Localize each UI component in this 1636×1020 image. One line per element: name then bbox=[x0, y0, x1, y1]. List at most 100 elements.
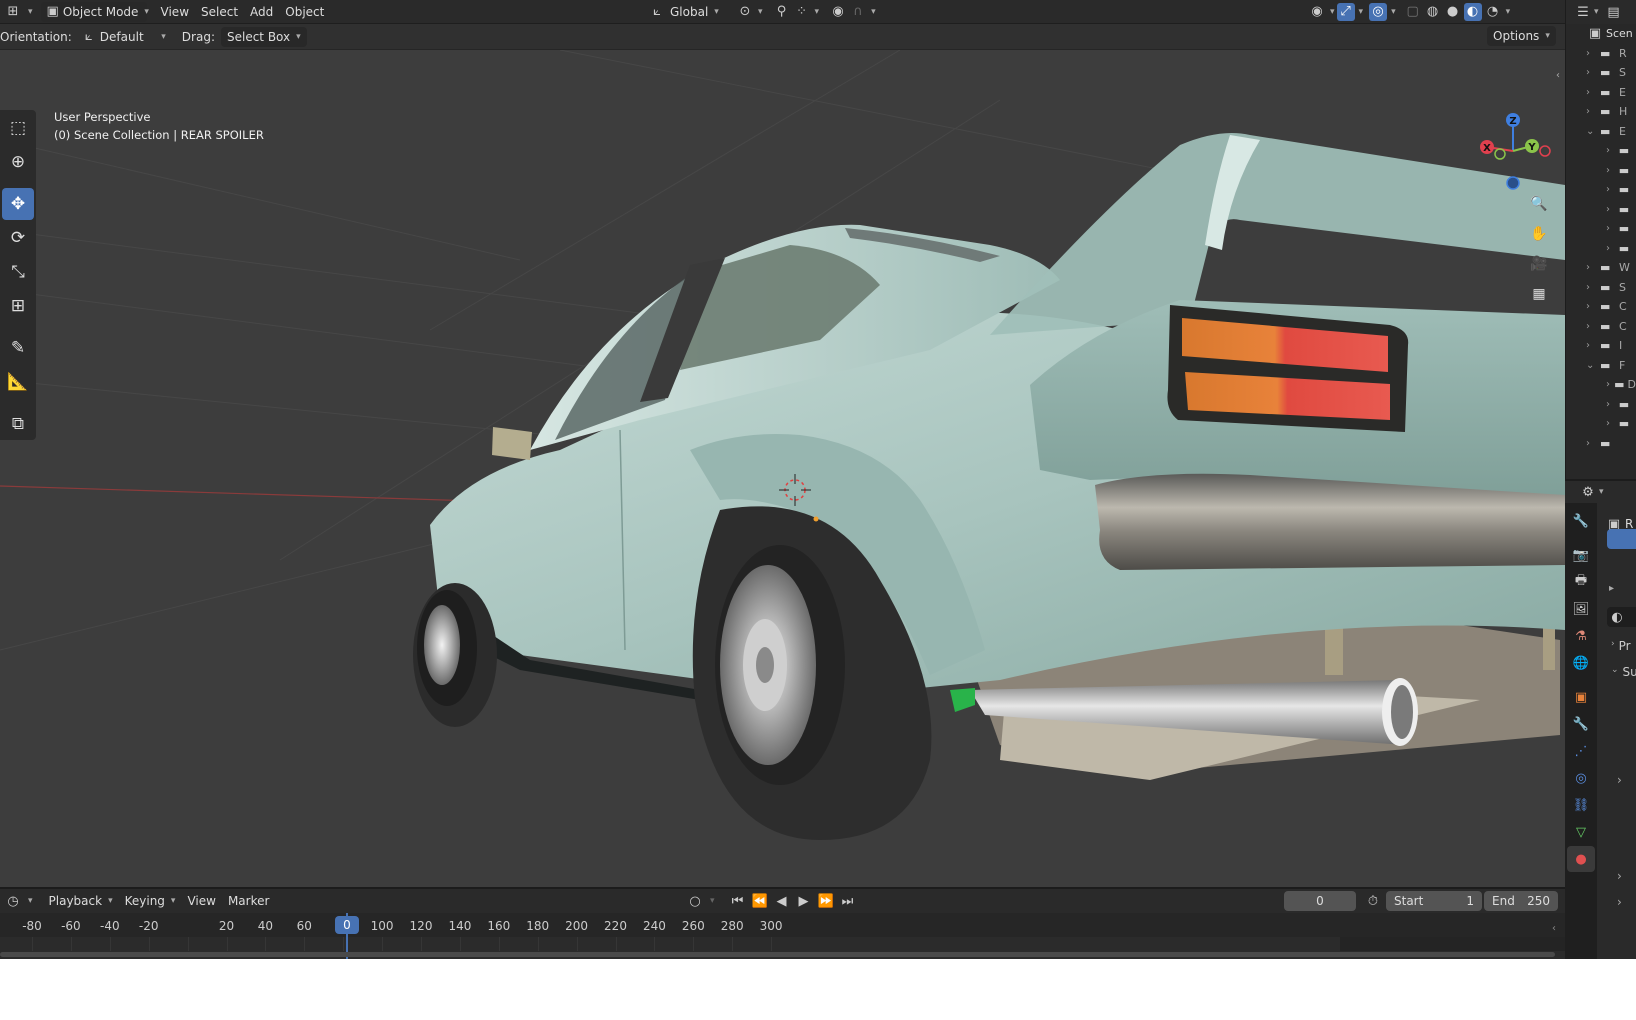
mode-dropdown[interactable]: ▣ Object Mode ▾ bbox=[40, 1, 149, 22]
next-keyframe-icon[interactable]: ⏩ bbox=[817, 892, 835, 910]
play-icon[interactable]: ▶ bbox=[795, 892, 813, 910]
chevron-right-icon[interactable]: › bbox=[1606, 145, 1617, 156]
outliner-row[interactable]: › ▬ S bbox=[1566, 63, 1636, 83]
world-icon[interactable]: 🌐 bbox=[1567, 650, 1595, 676]
move-tool[interactable]: ✥ bbox=[2, 188, 34, 220]
outliner-row[interactable]: ⌄ ▬ E bbox=[1566, 122, 1636, 142]
scale-tool[interactable]: ⤡ bbox=[2, 256, 34, 288]
outliner-row[interactable]: › ▬ bbox=[1566, 200, 1636, 220]
timeline-editor-button[interactable]: ◷ ▾ bbox=[0, 891, 37, 911]
sidebar-toggle-icon[interactable]: ‹ bbox=[1556, 70, 1560, 81]
chevron-right-icon[interactable]: › bbox=[1586, 282, 1598, 293]
navigation-gizmo[interactable]: Z X Y bbox=[1475, 106, 1565, 196]
chevron-right-icon[interactable]: › bbox=[1606, 223, 1617, 234]
chevron-right-icon[interactable]: › bbox=[1606, 184, 1617, 195]
outliner-row[interactable]: › ▬ I bbox=[1566, 336, 1636, 356]
rendered-shading-icon[interactable]: ◔ bbox=[1484, 3, 1502, 21]
chevron-right-icon[interactable]: › bbox=[1586, 301, 1598, 312]
constraints-icon[interactable]: ⛓ bbox=[1567, 792, 1595, 818]
play-reverse-icon[interactable]: ◀ bbox=[773, 892, 791, 910]
tool-icon[interactable]: 🔧 bbox=[1567, 508, 1595, 534]
outliner-row[interactable]: › ▬ bbox=[1566, 180, 1636, 200]
timeline-scrollbar[interactable] bbox=[0, 952, 1555, 957]
editor-type-button[interactable]: ⊞ ▾ bbox=[0, 2, 37, 22]
xray-icon[interactable]: ▢ bbox=[1404, 3, 1422, 21]
chevron-right-icon[interactable]: › bbox=[1586, 321, 1598, 332]
snap-icon[interactable]: ⚲ bbox=[773, 3, 791, 21]
stopwatch-icon[interactable]: ⏱ bbox=[1364, 892, 1382, 910]
chevron-left-icon[interactable]: ‹ bbox=[1552, 923, 1556, 934]
outliner-row[interactable]: › ▬ bbox=[1566, 161, 1636, 181]
render-icon[interactable]: 📷 bbox=[1567, 542, 1595, 568]
chevron-right-icon[interactable]: › bbox=[1617, 773, 1622, 787]
section-surface[interactable]: ⌄ Su bbox=[1609, 665, 1636, 679]
drag-dropdown[interactable]: Select Box ▾ bbox=[220, 26, 307, 47]
menu-add[interactable]: Add bbox=[244, 2, 279, 22]
current-frame-field[interactable]: 0 bbox=[1284, 891, 1356, 911]
object-icon[interactable]: ▣ bbox=[1567, 684, 1595, 710]
visibility-icon[interactable]: ◉ bbox=[1308, 3, 1326, 21]
menu-object[interactable]: Object bbox=[279, 2, 330, 22]
falloff-icon[interactable]: ∩ bbox=[849, 3, 867, 21]
transform-tool[interactable]: ⊞ bbox=[2, 290, 34, 322]
grid-view-icon[interactable]: ▦ bbox=[1527, 282, 1551, 306]
properties-editor-icon[interactable]: ⚙ bbox=[1579, 483, 1597, 501]
rotate-tool[interactable]: ⟳ bbox=[2, 222, 34, 254]
wireframe-shading-icon[interactable]: ◍ bbox=[1424, 3, 1442, 21]
frame-ruler[interactable]: -80-60-40-200204060801001201401601802002… bbox=[0, 913, 1565, 937]
outliner-row[interactable]: › ▬ C bbox=[1566, 297, 1636, 317]
material-preview-shading-icon[interactable]: ◐ bbox=[1463, 2, 1482, 21]
outliner-row[interactable]: › ▬ bbox=[1566, 414, 1636, 434]
chevron-right-icon[interactable]: › bbox=[1586, 87, 1598, 98]
snap-increment-icon[interactable]: ⁘ bbox=[793, 3, 811, 21]
view-layer-icon[interactable]: 🖼 bbox=[1567, 596, 1595, 622]
chevron-down-icon[interactable]: ⌄ bbox=[1586, 126, 1598, 137]
chevron-right-icon[interactable]: › bbox=[1586, 262, 1598, 273]
outliner-row[interactable]: ⌄ ▬ F bbox=[1566, 356, 1636, 376]
outliner-row[interactable]: › ▬ W bbox=[1566, 258, 1636, 278]
chevron-right-icon[interactable]: › bbox=[1617, 869, 1622, 883]
data-icon[interactable]: ▽ bbox=[1567, 819, 1595, 845]
3d-viewport[interactable]: ⬚ ⊕ ✥ ⟳ ⤡ ⊞ ✎ 📐 ⧉ User Perspective (0) S… bbox=[0, 50, 1565, 887]
particles-icon[interactable]: ⋰ bbox=[1567, 738, 1595, 764]
outliner[interactable]: ▣ Scen › ▬ R › ▬ S › ▬ E › ▬ H ⌄ ▬ E › ▬ › ▬ › ▬ › ▬ › ▬ › ▬ › ▬ W › ▬ S… bbox=[1565, 24, 1636, 479]
chevron-right-icon[interactable]: › bbox=[1586, 48, 1598, 59]
material-slot-selected[interactable] bbox=[1607, 529, 1636, 549]
transform-orientation-dropdown[interactable]: ⟀ Global ▾ bbox=[642, 2, 725, 22]
zoom-icon[interactable]: 🔍 bbox=[1527, 192, 1551, 216]
select-box-tool[interactable]: ⬚ bbox=[2, 112, 34, 144]
jump-start-icon[interactable]: ⏮ bbox=[729, 892, 747, 910]
gizmo-toggle-icon[interactable]: ⤢ bbox=[1336, 2, 1355, 21]
chevron-right-icon[interactable]: › bbox=[1586, 67, 1598, 78]
chevron-right-icon[interactable]: › bbox=[1586, 106, 1598, 117]
pan-hand-icon[interactable]: ✋ bbox=[1527, 222, 1551, 246]
outliner-row[interactable]: › ▬ bbox=[1566, 434, 1636, 454]
menu-marker[interactable]: Marker bbox=[222, 891, 275, 911]
solid-shading-icon[interactable]: ● bbox=[1444, 3, 1462, 21]
cursor-tool[interactable]: ⊕ bbox=[2, 146, 34, 178]
scene-icon[interactable]: ⚗ bbox=[1567, 623, 1595, 649]
overlays-icon[interactable]: ◎ bbox=[1369, 2, 1388, 21]
pivot-point-icon[interactable]: ⊙ bbox=[736, 3, 754, 21]
outliner-row[interactable]: › ▬ bbox=[1566, 395, 1636, 415]
outliner-row[interactable]: › ▬ H bbox=[1566, 102, 1636, 122]
chevron-right-icon[interactable]: › bbox=[1606, 379, 1612, 390]
section-preview[interactable]: › Pr bbox=[1609, 639, 1631, 653]
playhead-handle[interactable]: 0 bbox=[335, 916, 359, 934]
add-cube-tool[interactable]: ⧉ bbox=[2, 408, 34, 440]
expand-arrow-icon[interactable]: ▸ bbox=[1609, 583, 1614, 594]
proportional-editing-icon[interactable]: ◉ bbox=[829, 3, 847, 21]
outliner-row[interactable]: › ▬ S bbox=[1566, 278, 1636, 298]
jump-end-icon[interactable]: ⏭ bbox=[839, 892, 857, 910]
filter-icon[interactable]: ▤ bbox=[1605, 3, 1623, 21]
prev-keyframe-icon[interactable]: ⏪ bbox=[751, 892, 769, 910]
outliner-row[interactable]: › ▬ bbox=[1566, 219, 1636, 239]
options-dropdown[interactable]: Options ▾ bbox=[1487, 26, 1556, 46]
end-frame-field[interactable]: End 250 bbox=[1484, 891, 1558, 911]
auto-keying-icon[interactable]: ○ bbox=[686, 892, 704, 910]
outliner-row[interactable]: › ▬ R bbox=[1566, 44, 1636, 64]
material-preview-button[interactable]: ◐ bbox=[1607, 607, 1636, 627]
outliner-row[interactable]: › ▬ D bbox=[1566, 375, 1636, 395]
annotate-tool[interactable]: ✎ bbox=[2, 332, 34, 364]
menu-select[interactable]: Select bbox=[195, 2, 244, 22]
